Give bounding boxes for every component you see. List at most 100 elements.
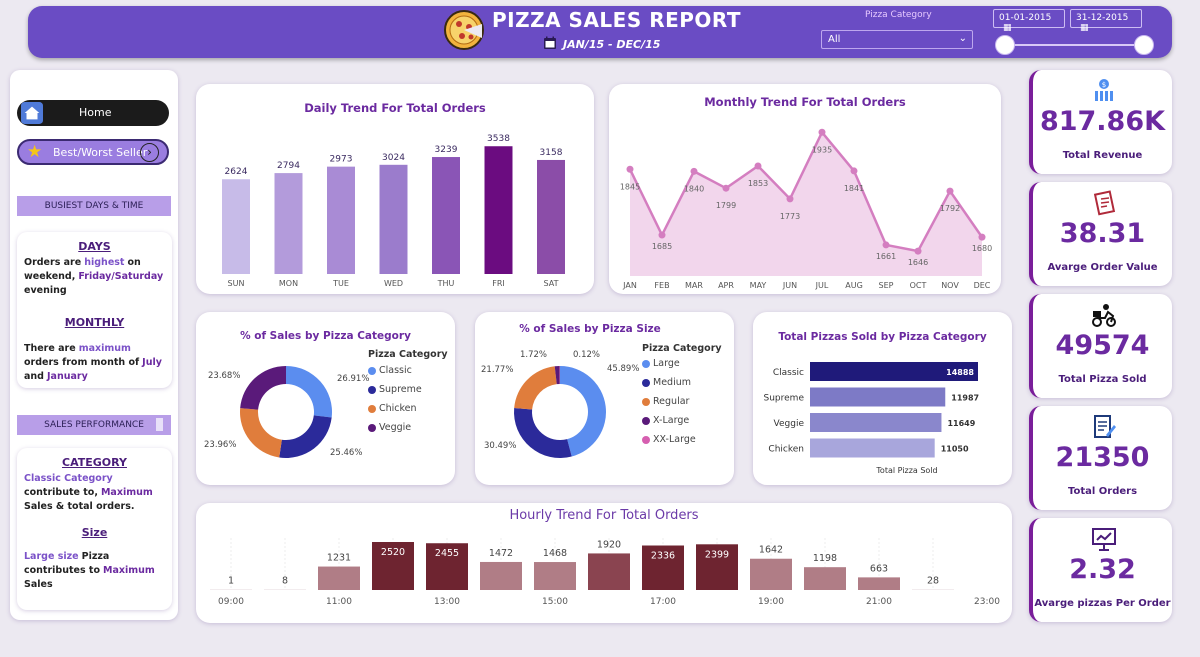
date-slider-track[interactable] (1004, 44, 1144, 46)
category-slice-label: 25.46% (330, 448, 362, 458)
monthly-trend-title: Monthly Trend For Total Orders (704, 95, 906, 109)
sales-by-size-donut: 45.89% 30.49% 21.77% 1.72% 0.12% (481, 350, 639, 458)
presentation-chart-icon (1092, 528, 1116, 551)
size-slice-label: 1.72% (520, 350, 547, 360)
category-filter-dropdown[interactable]: All ⌄ (821, 30, 973, 49)
daily-tick-label: MON (279, 279, 298, 288)
daily-tick-label: TUE (332, 279, 349, 288)
monthly-point-label: 1840 (684, 184, 704, 193)
hourly-tick-label: 09:00 (218, 597, 244, 607)
size-legend-item[interactable]: Large (642, 358, 680, 369)
hbar-axis-label: Total Pizza Sold (875, 466, 937, 475)
size-legend-item[interactable]: XX-Large (642, 434, 696, 445)
monthly-point (754, 162, 762, 170)
hourly-tick-label: 13:00 (434, 597, 460, 607)
hourly-bar-label: 1920 (597, 539, 621, 550)
date-range-subtitle: JAN/15 - DEC/15 (563, 38, 661, 51)
category-filter-label: Pizza Category (865, 10, 932, 20)
home-button[interactable]: Home (17, 100, 169, 126)
monthly-trend-chart: 1845 JAN 1685 FEB 1840 MAR 1799 APR 1853 MAY 1773 J… (620, 128, 992, 290)
hourly-bar-label: 1 (228, 575, 234, 586)
monthly-tick-label: NOV (941, 281, 959, 290)
category-legend-label: Classic (379, 365, 412, 376)
date-slider-start-handle[interactable] (995, 35, 1015, 55)
monthly-point-label: 1853 (748, 179, 768, 188)
category-legend-item[interactable]: Classic (368, 365, 412, 376)
hbar-bar (810, 438, 935, 458)
legend-dot-icon (642, 397, 650, 406)
kpi-label: Total Orders (1067, 486, 1138, 497)
kpi-avg-pizzas-per-order: 2.32 Avarge pizzas Per Order (1029, 518, 1172, 622)
monthly-point (914, 247, 922, 255)
home-icon (21, 102, 43, 124)
hbar-category-label: Veggie (774, 419, 805, 429)
size-legend-title: Pizza Category (642, 343, 722, 354)
monthly-point-label: 1661 (876, 252, 896, 261)
pizzas-sold-bar-chart: Classic 14888 Supreme 11987 Veggie 11649 Chick… (764, 362, 979, 475)
legend-dot-icon (368, 404, 376, 413)
hourly-bar-label: 1198 (813, 553, 837, 564)
end-date-value: 31-12-2015 (1076, 13, 1129, 23)
hourly-bar (858, 577, 900, 590)
category-legend-item[interactable]: Veggie (368, 422, 411, 433)
sales-performance-note: CATEGORY Classic Category contribute to,… (17, 448, 172, 610)
end-date-input[interactable]: 31-12-2015 ▦ (1070, 9, 1142, 33)
category-legend-label: Supreme (379, 384, 422, 395)
chevron-right-icon: › (140, 143, 159, 162)
hourly-bar (318, 566, 360, 590)
size-legend-item[interactable]: X-Large (642, 415, 689, 426)
kpi-avg-order-value: 38.31 Avarge Order Value (1029, 182, 1172, 286)
size-legend-item[interactable]: Medium (642, 377, 691, 388)
hbar-value-label: 11987 (951, 394, 979, 403)
order-doc-icon (1094, 415, 1116, 438)
star-icon: ★ (27, 142, 43, 162)
start-date-input[interactable]: 01-01-2015 ▦ (993, 9, 1065, 33)
days-text: Orders are highest on weekend, Friday/Sa… (24, 257, 164, 296)
size-heading: Size (81, 526, 108, 539)
daily-bar (537, 159, 565, 274)
hourly-bar (210, 589, 252, 590)
kpi-label: Total Revenue (1062, 150, 1143, 161)
daily-tick-label: FRI (492, 279, 505, 288)
kpi-total-pizza-sold: 49574 Total Pizza Sold (1029, 294, 1172, 398)
monthly-text: There are maximum orders from month of J… (24, 343, 162, 382)
kpi-label: Total Pizza Sold (1058, 374, 1147, 385)
monthly-point (658, 231, 666, 239)
daily-tick-label: SAT (544, 279, 559, 288)
hourly-tick-label: 15:00 (542, 597, 568, 607)
monthly-point-label: 1799 (716, 201, 736, 210)
hourly-bar (264, 589, 306, 590)
calendar-icon (544, 36, 556, 49)
legend-dot-icon (368, 423, 376, 432)
hourly-bar-label: 2336 (651, 551, 675, 562)
size-legend-item[interactable]: Regular (642, 396, 689, 407)
category-slice-label: 23.68% (208, 371, 240, 381)
daily-bar-label: 2624 (225, 167, 248, 177)
hourly-bar (750, 558, 792, 590)
daily-bar (327, 166, 355, 274)
size-slice-label: 21.77% (481, 365, 513, 375)
hbar-category-label: Supreme (764, 394, 805, 404)
daily-bar-label: 3538 (487, 134, 510, 144)
best-worst-seller-button[interactable]: ★ Best/Worst Seller › (17, 139, 169, 165)
size-text: Large size Pizza contributes to Maximum … (24, 551, 155, 590)
hourly-bar-label: 2399 (705, 549, 729, 560)
category-legend-label: Veggie (379, 422, 412, 433)
hbar-bar (810, 387, 946, 407)
pizza-icon (444, 10, 484, 50)
monthly-point-label: 1845 (620, 182, 640, 191)
monthly-point (946, 187, 954, 195)
daily-bar-label: 2973 (330, 155, 353, 165)
svg-text:$: $ (1102, 81, 1106, 89)
hourly-bar-label: 2520 (381, 547, 405, 558)
monthly-tick-label: AUG (845, 281, 863, 290)
category-legend-title: Pizza Category (368, 349, 448, 360)
sales-by-category-donut: 26.91% 25.46% 23.96% 23.68% (204, 366, 369, 458)
hourly-trend-chart: 1 8 1231 2520 2455 1472 1468 1920 2336 2399 1642 11… (210, 538, 1000, 607)
category-legend-item[interactable]: Chicken (368, 403, 417, 414)
legend-dot-icon (642, 416, 650, 425)
legend-dot-icon (368, 366, 376, 375)
date-slider-end-handle[interactable] (1134, 35, 1154, 55)
category-legend-label: Chicken (379, 403, 417, 414)
category-legend-item[interactable]: Supreme (368, 384, 422, 395)
